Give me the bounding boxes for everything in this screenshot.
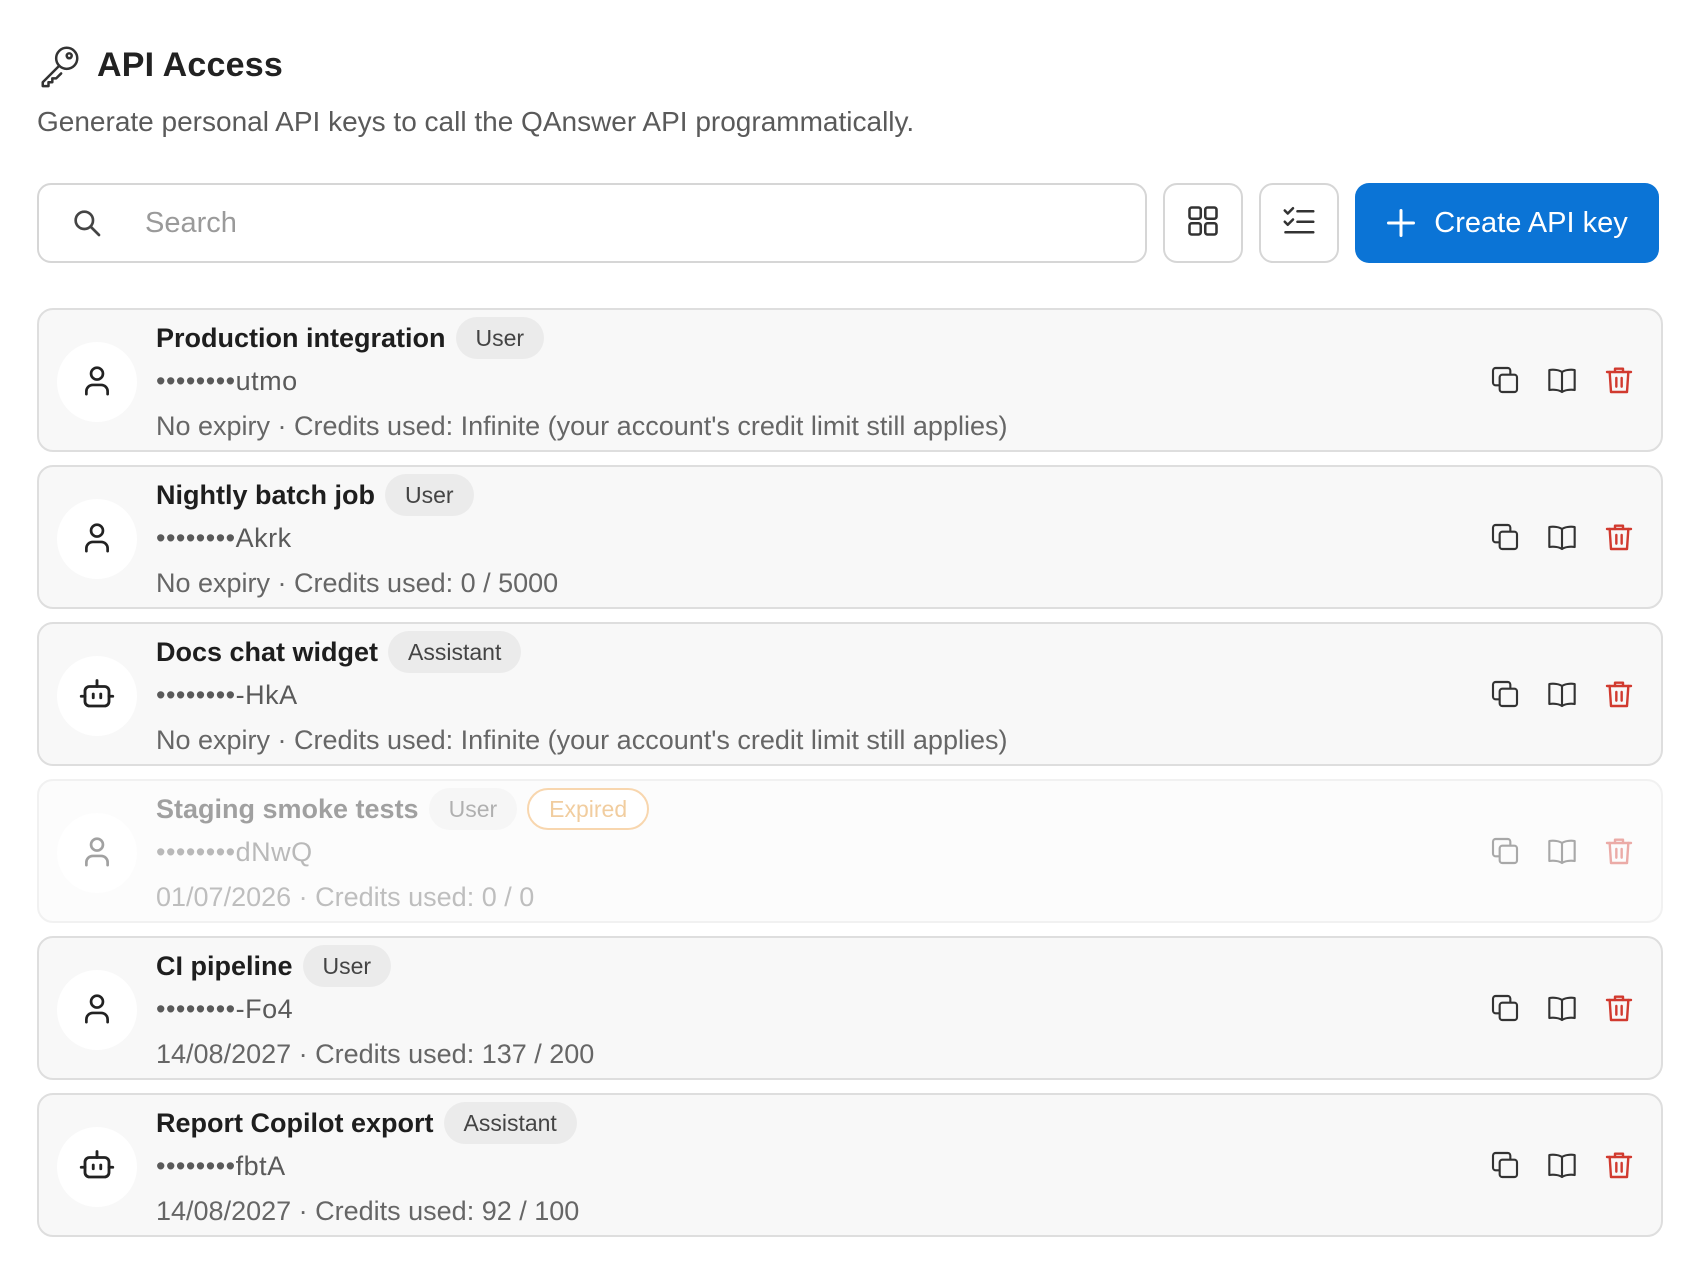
api-key-card-expired: Staging smoke tests User Expired •••••••…: [37, 779, 1663, 923]
docs-book-icon[interactable]: [1544, 362, 1580, 398]
key-name: Report Copilot export: [156, 1107, 434, 1138]
key-name: Nightly batch job: [156, 479, 375, 510]
docs-book-icon[interactable]: [1544, 833, 1580, 869]
key-meta: No expiry · Credits used: Infinite (your…: [156, 725, 1008, 755]
user-icon: [80, 520, 114, 559]
masked-key: ••••••••Akrk: [156, 523, 292, 553]
page-header: API Access Generate personal API keys to…: [37, 40, 1657, 138]
title-row: API Access: [37, 40, 1657, 90]
card-actions: [1466, 1147, 1637, 1183]
copy-icon[interactable]: [1487, 676, 1523, 712]
key-avatar: [57, 499, 137, 579]
create-api-key-button[interactable]: Create API key: [1355, 183, 1659, 263]
delete-icon[interactable]: [1601, 676, 1637, 712]
page-subtitle: Generate personal API keys to call the Q…: [37, 106, 915, 137]
docs-book-icon[interactable]: [1544, 519, 1580, 555]
user-icon: [80, 363, 114, 402]
key-avatar: [57, 813, 137, 893]
name-row: Nightly batch job User: [156, 473, 558, 517]
docs-book-icon[interactable]: [1544, 1147, 1580, 1183]
name-row: Staging smoke tests User Expired: [156, 787, 650, 831]
masked-key: ••••••••utmo: [156, 366, 298, 396]
key-meta: 14/08/2027 · Credits used: 137 / 200: [156, 1039, 595, 1069]
grid-icon: [1185, 203, 1221, 244]
role-badge: User: [385, 474, 474, 516]
copy-icon[interactable]: [1487, 990, 1523, 1026]
key-name: Staging smoke tests: [156, 793, 419, 824]
key-name: Production integration: [156, 322, 446, 353]
create-api-key-label: Create API key: [1434, 206, 1628, 239]
copy-icon[interactable]: [1487, 833, 1523, 869]
api-key-card: Production integration User ••••••••utmo…: [37, 308, 1663, 452]
plus-icon: [1386, 208, 1416, 238]
card-actions: [1466, 990, 1637, 1026]
docs-book-icon[interactable]: [1544, 990, 1580, 1026]
card-actions: [1466, 519, 1637, 555]
key-meta: No expiry · Credits used: Infinite (your…: [156, 411, 1008, 441]
name-row: Docs chat widget Assistant: [156, 630, 1007, 674]
key-meta: 14/08/2027 · Credits used: 92 / 100: [156, 1196, 580, 1226]
grid-view-button[interactable]: [1163, 183, 1243, 263]
delete-icon[interactable]: [1601, 1147, 1637, 1183]
key-icon: [37, 42, 83, 88]
key-meta: No expiry · Credits used: 0 / 5000: [156, 568, 559, 598]
masked-key: ••••••••-HkA: [156, 680, 298, 710]
search-box[interactable]: [37, 183, 1147, 263]
api-key-card: Nightly batch job User ••••••••Akrk No e…: [37, 465, 1663, 609]
api-key-card: Report Copilot export Assistant ••••••••…: [37, 1093, 1663, 1237]
card-body: Report Copilot export Assistant ••••••••…: [156, 1101, 579, 1229]
key-name: CI pipeline: [156, 950, 293, 981]
card-body: Docs chat widget Assistant ••••••••-HkA …: [156, 630, 1007, 758]
masked-key: ••••••••-Fo4: [156, 994, 294, 1024]
copy-icon[interactable]: [1487, 1147, 1523, 1183]
checklist-icon: [1281, 203, 1317, 244]
copy-icon[interactable]: [1487, 519, 1523, 555]
api-key-list: Production integration User ••••••••utmo…: [37, 308, 1663, 1250]
role-badge: Assistant: [388, 631, 522, 673]
key-avatar: [57, 342, 137, 422]
card-actions: [1466, 676, 1637, 712]
masked-key: ••••••••dNwQ: [156, 837, 313, 867]
delete-icon[interactable]: [1601, 833, 1637, 869]
role-badge: User: [455, 317, 545, 359]
name-row: Production integration User: [156, 316, 1007, 360]
search-input[interactable]: [145, 206, 1045, 240]
robot-icon: [79, 1147, 115, 1188]
user-icon: [80, 834, 114, 873]
key-name: Docs chat widget: [156, 636, 379, 667]
card-actions: [1466, 362, 1637, 398]
key-meta: 01/07/2026 · Credits used: 0 / 0: [156, 882, 535, 912]
list-view-button[interactable]: [1259, 183, 1339, 263]
name-row: CI pipeline User: [156, 944, 594, 988]
card-body: Nightly batch job User ••••••••Akrk No e…: [156, 473, 558, 601]
api-key-card: CI pipeline User ••••••••-Fo4 14/08/2027…: [37, 936, 1663, 1080]
delete-icon[interactable]: [1601, 990, 1637, 1026]
key-avatar: [57, 656, 137, 736]
role-badge: Assistant: [443, 1102, 577, 1144]
card-body: Staging smoke tests User Expired •••••••…: [156, 787, 650, 915]
api-key-card: Docs chat widget Assistant ••••••••-HkA …: [37, 622, 1663, 766]
docs-book-icon[interactable]: [1544, 676, 1580, 712]
robot-icon: [79, 676, 115, 717]
delete-icon[interactable]: [1601, 519, 1637, 555]
toolbar: Create API key: [37, 183, 1663, 263]
card-body: CI pipeline User ••••••••-Fo4 14/08/2027…: [156, 944, 594, 1072]
name-row: Report Copilot export Assistant: [156, 1101, 579, 1145]
delete-icon[interactable]: [1601, 362, 1637, 398]
expired-badge: Expired: [527, 788, 650, 830]
search-icon: [67, 203, 107, 243]
key-avatar: [57, 1127, 137, 1207]
user-icon: [80, 991, 114, 1030]
masked-key: ••••••••fbtA: [156, 1151, 286, 1181]
card-body: Production integration User ••••••••utmo…: [156, 316, 1007, 444]
role-badge: User: [428, 788, 518, 830]
copy-icon[interactable]: [1487, 362, 1523, 398]
page-title: API Access: [97, 45, 283, 84]
role-badge: User: [302, 945, 392, 987]
key-avatar: [57, 970, 137, 1050]
card-actions: [1466, 833, 1637, 869]
